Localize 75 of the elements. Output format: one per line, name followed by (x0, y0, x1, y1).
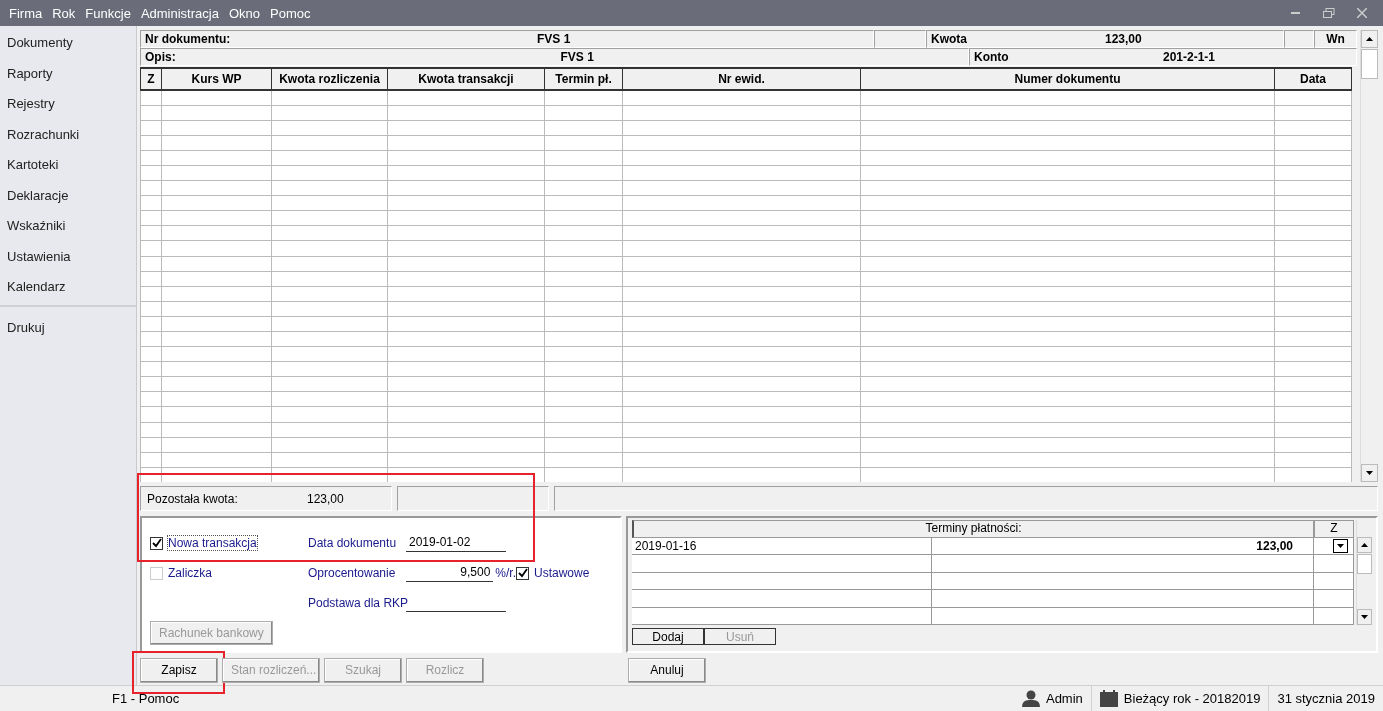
sidebar-item[interactable]: Kalendarz (0, 272, 136, 303)
column-header[interactable]: Data (1274, 68, 1352, 90)
table-cell (1314, 590, 1354, 608)
down-arrow-icon[interactable] (1361, 615, 1368, 619)
document-number-value: FVS 1 (536, 32, 572, 46)
interest-field[interactable]: 9,500 (406, 564, 494, 582)
caret-icon (1337, 543, 1344, 548)
amount-value: 123,00 (1105, 32, 1143, 46)
scrollbar[interactable] (1356, 520, 1372, 625)
sidebar-item[interactable]: Ustawienia (0, 241, 136, 272)
column-header[interactable]: Nr ewid. (622, 68, 861, 90)
date-field[interactable]: 2019-01-02 (406, 534, 506, 552)
table-cell (1314, 607, 1354, 625)
calendar-icon (1099, 690, 1118, 707)
minimize-icon[interactable] (1291, 11, 1301, 15)
account-value: 201-2-1-1 (1163, 50, 1217, 64)
sidebar-item[interactable]: Rozrachunki (0, 119, 136, 150)
description-label: Opis: (145, 50, 177, 64)
column-header[interactable]: Kurs WP (161, 68, 272, 90)
field-label: Podstawa dla RKP (308, 596, 406, 610)
remaining-amount-value: 123,00 (307, 491, 344, 506)
sidebar-item[interactable]: Deklaracje (0, 180, 136, 211)
remaining-amount-label: Pozostała kwota: (147, 491, 239, 506)
field-label: Data dokumentu (308, 536, 398, 550)
scroll-thumb[interactable] (1361, 49, 1378, 79)
document-number-label: Nr dokumentu: (145, 32, 232, 46)
sidebar-item[interactable]: Rejestry (0, 89, 136, 120)
cancel-button[interactable]: Anuluj (628, 657, 706, 683)
sidebar-item[interactable]: Drukuj (0, 312, 136, 343)
scroll-thumb[interactable] (1357, 554, 1372, 574)
column-header: Z (1314, 520, 1354, 538)
column-header[interactable]: Kwota transakcji (387, 68, 545, 90)
column-header[interactable]: Termin pł. (544, 68, 623, 90)
term-button[interactable]: Dodaj (632, 628, 704, 645)
help-hint: F1 - Pomoc (112, 691, 180, 706)
sidebar-item[interactable]: Wskaźniki (0, 211, 136, 242)
side-value: Wn (1314, 30, 1357, 48)
up-arrow-icon[interactable] (1361, 543, 1368, 547)
checkbox[interactable] (150, 536, 163, 550)
user-icon (1021, 690, 1040, 707)
column-header[interactable]: Z (140, 68, 162, 90)
menu-item[interactable]: Administracja (135, 5, 224, 21)
column-header[interactable]: Kwota rozliczenia (271, 68, 388, 90)
account-label: Konto (974, 50, 1010, 64)
menu-item[interactable]: Firma (4, 5, 48, 21)
checkbox[interactable] (516, 566, 529, 580)
dropdown-button[interactable] (1333, 538, 1348, 553)
sidebar-item[interactable]: Raporty (0, 58, 136, 89)
field-label: Oprocentowanie (308, 566, 397, 580)
column-header[interactable]: Numer dokumentu (860, 68, 1275, 90)
menu-item[interactable]: Funkcje (80, 5, 136, 21)
menu-item[interactable]: Rok (47, 5, 81, 21)
down-arrow-icon[interactable] (1366, 471, 1373, 475)
sidebar-item[interactable]: Dokumenty (0, 28, 136, 59)
column-header: Terminy płatności: (632, 520, 1314, 538)
table-cell: 2019-01-16 (632, 537, 932, 555)
user-name: Admin (1045, 691, 1083, 706)
checkbox-label[interactable]: Nowa transakcja (168, 536, 257, 550)
table-cell (1314, 572, 1354, 590)
description-value: FVS 1 (559, 50, 595, 64)
table-cell: 123,00 (932, 537, 1314, 555)
restore-icon[interactable] (1323, 8, 1335, 18)
up-arrow-icon[interactable] (1366, 37, 1373, 41)
close-icon[interactable] (1357, 8, 1367, 18)
scrollbar[interactable] (1360, 30, 1378, 482)
action-button[interactable]: Zapisz (140, 657, 218, 683)
checkbox-label[interactable]: Ustawowe (534, 566, 590, 580)
current-date: 31 stycznia 2019 (1277, 691, 1375, 706)
menu-item[interactable]: Pomoc (265, 5, 316, 21)
menu-item[interactable]: Okno (223, 5, 265, 21)
amount-label: Kwota (931, 32, 968, 46)
checkbox-label[interactable]: Zaliczka (168, 566, 212, 580)
unit-label: %/r. (495, 566, 516, 580)
sidebar-item[interactable]: Kartoteki (0, 150, 136, 181)
current-year: Bieżący rok - 20182019 (1123, 691, 1261, 706)
